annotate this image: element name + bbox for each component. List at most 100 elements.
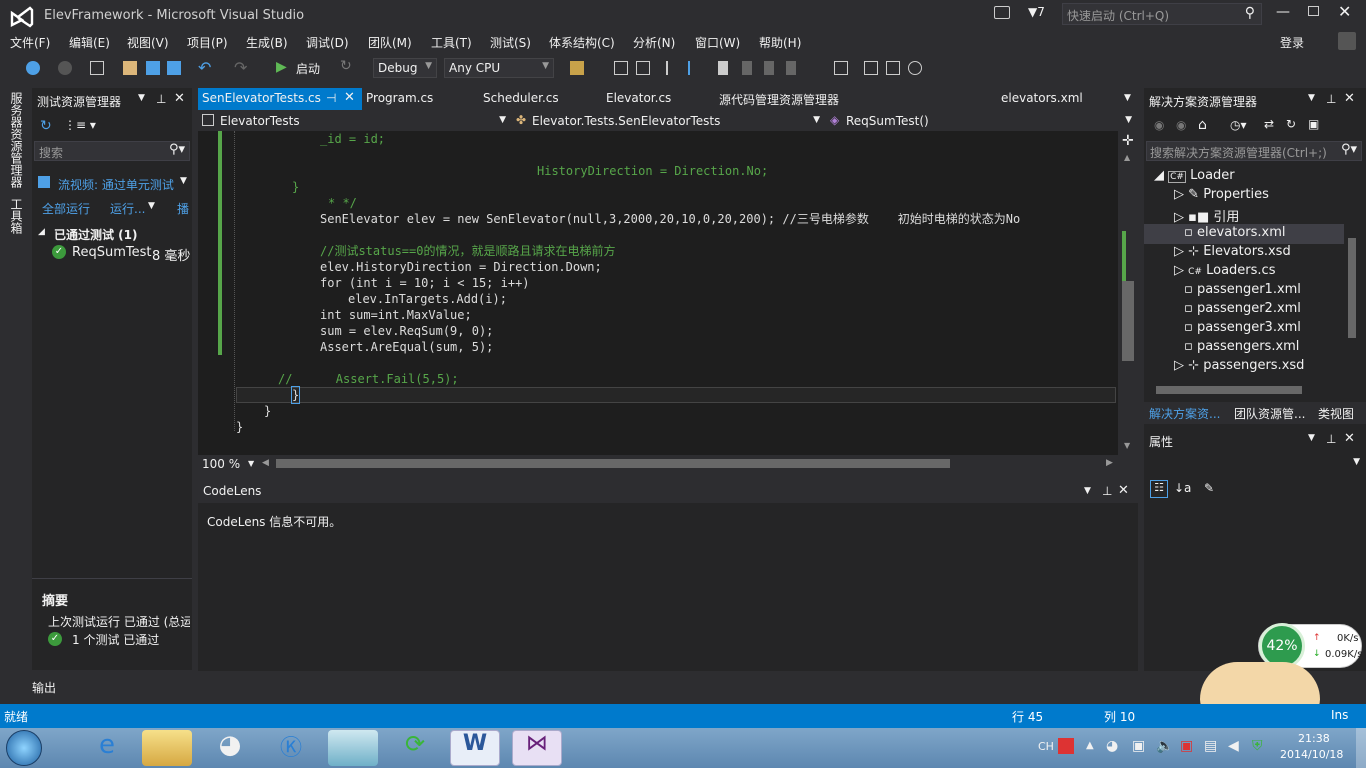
speaker-icon[interactable]: ◀ [1228, 738, 1239, 754]
pin-icon[interactable]: ⊣ [326, 91, 336, 105]
tray-expand-icon[interactable]: ▲ [1086, 740, 1094, 751]
save-all-icon[interactable] [167, 61, 181, 75]
pin-icon[interactable]: ⊥ [1326, 92, 1336, 106]
pin-icon[interactable]: ⊥ [1326, 432, 1336, 446]
panel-menu-icon[interactable]: ▼ [1308, 433, 1315, 443]
tab-elevators-xml[interactable]: elevators.xml [997, 88, 1087, 110]
chevron-down-icon[interactable]: ▼ [148, 201, 155, 211]
minimize-button[interactable]: — [1276, 4, 1290, 20]
tree-item-elevators-xml[interactable]: ▫ elevators.xml [1184, 225, 1286, 244]
show-desktop-button[interactable] [1356, 728, 1366, 768]
quick-launch-input[interactable]: 快速启动 (Ctrl+Q) ⚲ [1062, 3, 1262, 25]
tab-scheduler[interactable]: Scheduler.cs [479, 88, 563, 110]
uncomment-icon[interactable] [688, 61, 702, 75]
tree-item-references[interactable]: ▷ ▪■ 引用 [1174, 206, 1239, 225]
notification-flag[interactable]: ▼7 [1028, 5, 1045, 19]
class-icon[interactable] [636, 61, 650, 75]
project-dropdown[interactable]: ElevatorTests ▼ [200, 112, 510, 130]
download-app-icon[interactable]: ⟳ [390, 730, 440, 766]
tree-item-properties[interactable]: ▷ ✎ Properties [1174, 187, 1269, 206]
forward-icon[interactable]: ◉ [1176, 118, 1186, 132]
network-warning-icon[interactable]: ▣ [1180, 738, 1193, 754]
undo-icon[interactable]: ↶ [198, 58, 211, 77]
window-icon[interactable] [886, 61, 900, 75]
run-link[interactable]: 运行... [110, 200, 145, 217]
prev-bookmark-icon[interactable] [742, 61, 752, 75]
comment-icon[interactable] [666, 61, 680, 75]
split-icon[interactable]: ✛ [1122, 133, 1134, 149]
output-tab[interactable]: 输出 [32, 679, 56, 696]
navigate-back-icon[interactable] [26, 61, 40, 75]
close-icon[interactable]: ✕ [174, 91, 185, 106]
restore-button[interactable] [1308, 6, 1319, 16]
tab-solution-explorer[interactable]: 解决方案资... [1149, 405, 1220, 422]
panel-menu-icon[interactable]: ▼ [1084, 486, 1091, 496]
property-pages-icon[interactable]: ✎ [1204, 481, 1214, 495]
close-icon[interactable]: ✕ [1344, 431, 1355, 446]
menu-edit[interactable]: 编辑(E) [69, 34, 110, 51]
test-search-input[interactable]: 搜索 ⚲▾ [34, 141, 190, 161]
attach-icon[interactable] [864, 61, 878, 75]
refresh-icon[interactable]: ↻ [1286, 117, 1296, 131]
visual-studio-taskbar-icon[interactable]: ⋈ [512, 730, 562, 766]
tree-item-passengers-xml[interactable]: ▫ passengers.xml [1184, 339, 1299, 358]
qq-tray-icon[interactable]: ◕ [1106, 738, 1118, 754]
volume-icon[interactable]: 🔈 [1156, 738, 1173, 754]
bookmark-icon[interactable] [718, 61, 728, 75]
menu-project[interactable]: 项目(P) [187, 34, 228, 51]
clear-bookmark-icon[interactable] [786, 61, 796, 75]
scroll-left-icon[interactable]: ◀ [262, 458, 269, 468]
scroll-down-icon[interactable]: ▼ [1124, 441, 1130, 450]
panel-menu-icon[interactable]: ▼ [1308, 93, 1315, 103]
refresh-icon[interactable]: ↻ [340, 58, 352, 74]
tree-item-passenger1[interactable]: ▫ passenger1.xml [1184, 282, 1301, 301]
panel-menu-icon[interactable]: ▼ [138, 93, 145, 103]
menu-debug[interactable]: 调试(D) [306, 34, 349, 51]
editor-vertical-scrollbar[interactable]: ✛ ▲ ▼ [1118, 131, 1138, 455]
tree-project-loader[interactable]: ◢ C# Loader [1154, 168, 1235, 187]
object-selector[interactable]: ▼ [1144, 454, 1366, 474]
scroll-up-icon[interactable]: ▲ [1124, 153, 1130, 162]
member-dropdown[interactable]: ◈ ReqSumTest() ▼ [826, 112, 1136, 130]
run-all-link[interactable]: 全部运行 [42, 200, 90, 217]
playlist-link[interactable]: 播 [177, 200, 189, 217]
security-shield-icon[interactable]: ⛨ [1252, 738, 1263, 754]
menu-build[interactable]: 生成(B) [246, 34, 288, 51]
tree-hscroll-thumb[interactable] [1156, 386, 1302, 394]
sogou-ime-icon[interactable] [1058, 738, 1074, 754]
login-link[interactable]: 登录 [1280, 34, 1304, 51]
tab-team-explorer[interactable]: 团队资源管... [1234, 405, 1305, 422]
tree-item-loaders-cs[interactable]: ▷ C# Loaders.cs [1174, 263, 1275, 282]
categorized-icon[interactable]: ☷ [1150, 480, 1168, 498]
tab-overflow-icon[interactable]: ▼ [1124, 93, 1131, 103]
back-icon[interactable]: ◉ [1154, 118, 1164, 132]
tree-scroll-thumb[interactable] [1348, 238, 1356, 338]
word-icon[interactable]: W [450, 730, 500, 766]
clock-date[interactable]: 2014/10/18 [1280, 748, 1343, 761]
sync-icon[interactable]: ⇄ [1264, 117, 1274, 131]
pending-changes-icon[interactable]: ◷▾ [1230, 118, 1247, 132]
save-icon[interactable] [146, 61, 160, 75]
power-icon[interactable]: ▤ [1204, 738, 1217, 754]
menu-tools[interactable]: 工具(T) [431, 34, 472, 51]
navigate-forward-icon[interactable] [58, 61, 72, 75]
tab-program[interactable]: Program.cs [362, 88, 437, 110]
new-item-icon[interactable] [834, 61, 848, 75]
tree-item-passenger3[interactable]: ▫ passenger3.xml [1184, 320, 1301, 339]
open-file-icon[interactable] [123, 61, 137, 75]
close-icon[interactable]: ✕ [1344, 91, 1355, 106]
pin-icon[interactable]: ⊥ [156, 92, 166, 106]
home-icon[interactable]: ⌂ [1198, 117, 1207, 133]
collapse-all-icon[interactable]: ▣ [1308, 117, 1319, 131]
horizontal-scroll-thumb[interactable] [276, 459, 950, 468]
menu-architecture[interactable]: 体系结构(C) [549, 34, 615, 51]
start-button[interactable] [6, 730, 42, 766]
next-bookmark-icon[interactable] [764, 61, 774, 75]
chevron-down-icon[interactable]: ▼ [248, 459, 254, 468]
tab-elevator[interactable]: Elevator.cs [602, 88, 675, 110]
menu-help[interactable]: 帮助(H) [759, 34, 801, 51]
code-editor[interactable]: _id = id; HistoryDirection = Direction.N… [198, 131, 1118, 455]
menu-test[interactable]: 测试(S) [490, 34, 531, 51]
close-icon[interactable]: ✕ [1118, 483, 1129, 498]
tab-source-control[interactable]: 源代码管理资源管理器 [715, 88, 843, 110]
